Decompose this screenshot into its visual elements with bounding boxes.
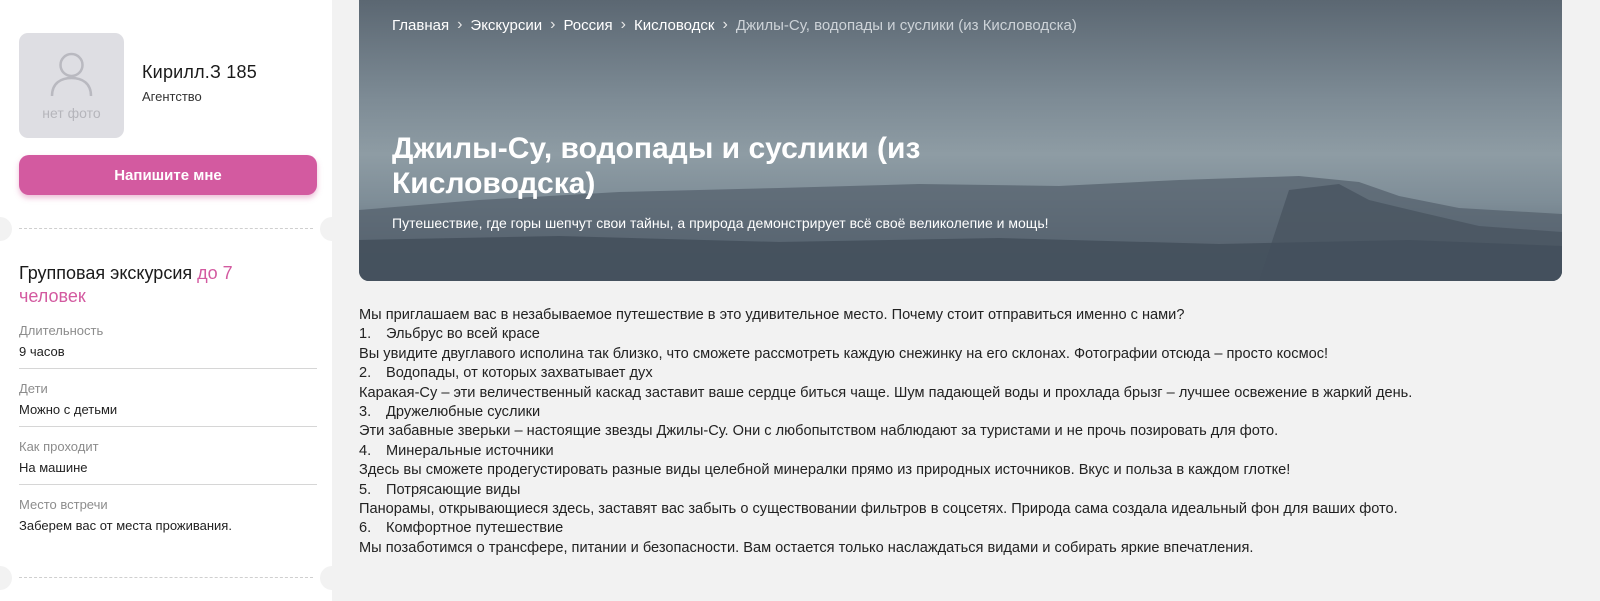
ticket-divider xyxy=(0,217,344,241)
list-number: 3. xyxy=(359,404,372,421)
chevron-right-icon: › xyxy=(620,16,626,33)
list-item-title: 6. Комфортное путешествие xyxy=(359,519,1509,538)
description-intro: Мы приглашаем вас в незабываемое путешес… xyxy=(359,307,1185,323)
list-item-title: 4. Минеральные источники xyxy=(359,442,1509,461)
item-title: Комфортное путешествие xyxy=(386,520,564,537)
list-number: 5. xyxy=(359,481,372,498)
list-number: 4. xyxy=(359,442,372,459)
dashed-line xyxy=(19,228,313,229)
list-number: 1. xyxy=(359,326,372,343)
breadcrumb-kislovodsk[interactable]: Кисловодск xyxy=(634,17,715,34)
divider-notch-right xyxy=(320,566,344,590)
dashed-line xyxy=(19,577,313,578)
divider-notch-left xyxy=(0,566,12,590)
item-title: Минеральные источники xyxy=(386,442,554,459)
hero-banner: Главная › Экскурсии › Россия › Кисловодс… xyxy=(359,0,1562,281)
breadcrumb-home[interactable]: Главная xyxy=(392,17,449,34)
guide-info: Кирилл.З 185 Агентство xyxy=(142,62,257,104)
fact-duration: Длительность 9 часов xyxy=(19,323,317,369)
tour-type: Групповая экскурсия до 7 человек xyxy=(19,262,299,308)
list-item-title: 2. Водопады, от которых захватывает дух xyxy=(359,364,1509,383)
chevron-right-icon: › xyxy=(550,16,556,33)
page-title: Джилы-Су, водопады и суслики (из Кислово… xyxy=(392,132,921,200)
fact-value: Заберем вас от места проживания. xyxy=(19,518,232,533)
avatar[interactable]: нет фото xyxy=(19,33,124,138)
fact-label: Дети xyxy=(19,381,48,396)
chevron-right-icon: › xyxy=(722,16,728,33)
fact-value: Можно с детьми xyxy=(19,402,118,417)
fact-meeting-point: Место встречи Заберем вас от места прожи… xyxy=(19,497,317,542)
list-item-title: 5. Потрясающие виды xyxy=(359,481,1509,500)
fact-label: Место встречи xyxy=(19,497,108,512)
divider-notch-left xyxy=(0,217,12,241)
fact-children: Дети Можно с детьми xyxy=(19,381,317,427)
chevron-right-icon: › xyxy=(457,16,463,33)
item-title: Водопады, от которых захватывает дух xyxy=(386,365,653,382)
tour-description: Мы приглашаем вас в незабываемое путешес… xyxy=(359,306,1509,558)
fact-label: Длительность xyxy=(19,323,104,338)
list-number: 6. xyxy=(359,520,372,537)
fact-label: Как проходит xyxy=(19,439,99,454)
breadcrumb-current: Джилы-Су, водопады и суслики (из Кислово… xyxy=(735,16,1077,34)
list-item-text: Вы увидите двуглавого исполина так близк… xyxy=(359,345,1329,362)
guide-card: нет фото Кирилл.З 185 Агентство xyxy=(19,33,257,138)
list-item-title: 1. Эльбрус во всей красе xyxy=(359,325,1509,344)
breadcrumb: Главная › Экскурсии › Россия › Кисловодс… xyxy=(392,16,1077,34)
list-item-title: 3. Дружелюбные суслики xyxy=(359,403,1509,422)
list-item-text: Панорамы, открывающиеся здесь, заставят … xyxy=(359,501,1398,518)
no-photo-label: нет фото xyxy=(42,105,101,121)
list-item-text: Здесь вы сможете продегустировать разные… xyxy=(359,462,1291,479)
contact-button[interactable]: Напишите мне xyxy=(19,155,317,195)
list-item-text: Каракая-Су – эти величественный каскад з… xyxy=(359,384,1413,401)
list-number: 2. xyxy=(359,365,372,382)
item-title: Эльбрус во всей красе xyxy=(386,326,540,343)
item-title: Потрясающие виды xyxy=(386,481,521,498)
tour-type-label: Групповая экскурсия xyxy=(19,263,193,283)
page-subtitle: Путешествие, где горы шепчут свои тайны,… xyxy=(392,215,1049,231)
list-item-text: Эти забавные зверьки – настоящие звезды … xyxy=(359,423,1279,440)
divider-notch-right xyxy=(320,217,344,241)
sidebar: нет фото Кирилл.З 185 Агентство Напишите… xyxy=(0,0,344,601)
guide-name[interactable]: Кирилл.З 185 xyxy=(142,62,257,83)
list-item-text: Мы позаботимся о трансфере, питании и бе… xyxy=(359,539,1254,556)
user-placeholder-icon xyxy=(50,52,93,97)
ticket-divider xyxy=(0,566,344,590)
item-title: Дружелюбные суслики xyxy=(386,404,541,421)
tour-facts: Длительность 9 часов Дети Можно с детьми… xyxy=(19,323,317,554)
fact-value: 9 часов xyxy=(19,344,65,359)
guide-role: Агентство xyxy=(142,88,202,104)
fact-value: На машине xyxy=(19,460,88,475)
fact-transport: Как проходит На машине xyxy=(19,439,317,485)
breadcrumb-excursions[interactable]: Экскурсии xyxy=(470,17,542,34)
breadcrumb-russia[interactable]: Россия xyxy=(563,17,612,34)
